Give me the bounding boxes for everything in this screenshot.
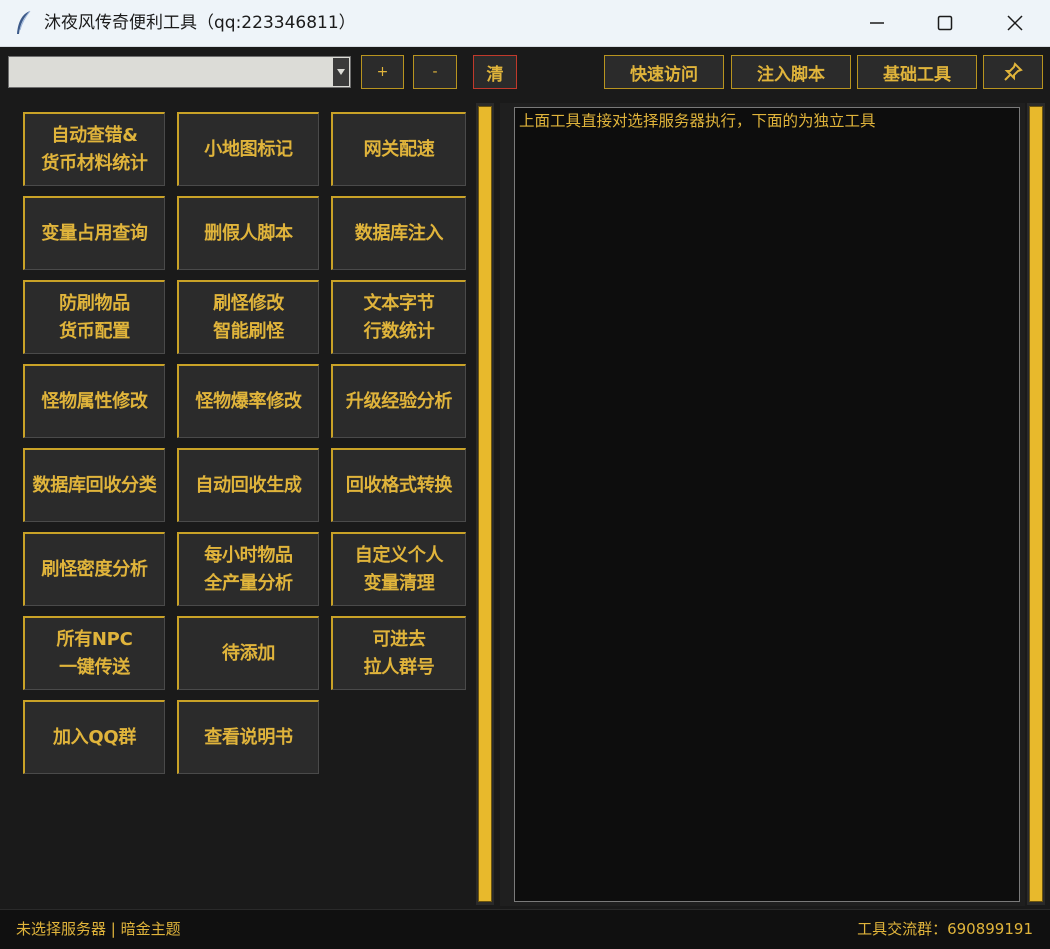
maximize-icon — [937, 15, 953, 31]
tool-button[interactable]: 加入QQ群 — [23, 700, 165, 774]
tool-button[interactable]: 网关配速 — [331, 112, 466, 186]
tool-button[interactable]: 待添加 — [177, 616, 319, 690]
minimize-icon — [870, 22, 884, 24]
tool-button[interactable]: 可进去 拉人群号 — [331, 616, 466, 690]
tool-button[interactable]: 变量占用查询 — [23, 196, 165, 270]
tool-button[interactable]: 自动查错& 货币材料统计 — [23, 112, 165, 186]
tool-button[interactable]: 查看说明书 — [177, 700, 319, 774]
tool-button[interactable]: 自动回收生成 — [177, 448, 319, 522]
tool-button[interactable]: 数据库回收分类 — [23, 448, 165, 522]
left-scrollbar-thumb[interactable] — [478, 106, 492, 902]
right-scrollbar-thumb[interactable] — [1029, 106, 1043, 902]
tool-button[interactable]: 怪物爆率修改 — [177, 364, 319, 438]
maximize-button[interactable] — [910, 0, 980, 46]
status-server-theme: 未选择服务器 | 暗金主题 — [16, 920, 181, 938]
window-title: 沐夜风传奇便利工具（qq:223346811） — [44, 13, 356, 33]
server-select[interactable] — [8, 56, 351, 88]
tool-button[interactable]: 每小时物品 全产量分析 — [177, 532, 319, 606]
tool-button[interactable]: 刷怪修改 智能刷怪 — [177, 280, 319, 354]
dropdown-arrow[interactable] — [333, 58, 349, 86]
tool-button[interactable]: 所有NPC 一键传送 — [23, 616, 165, 690]
tool-button[interactable]: 小地图标记 — [177, 112, 319, 186]
tool-button[interactable]: 自定义个人 变量清理 — [331, 532, 466, 606]
tool-button[interactable]: 防刷物品 货币配置 — [23, 280, 165, 354]
tool-button[interactable]: 刷怪密度分析 — [23, 532, 165, 606]
add-server-button[interactable]: + — [361, 55, 404, 89]
close-icon — [1007, 15, 1023, 31]
remove-server-button[interactable]: - — [413, 55, 457, 89]
tool-button[interactable]: 升级经验分析 — [331, 364, 466, 438]
inject-script-button[interactable]: 注入脚本 — [731, 55, 851, 89]
output-text-area[interactable]: 上面工具直接对选择服务器执行，下面的为独立工具 — [514, 107, 1020, 902]
tool-button[interactable]: 数据库注入 — [331, 196, 466, 270]
minimize-button[interactable] — [842, 0, 912, 46]
tool-button[interactable]: 文本字节 行数统计 — [331, 280, 466, 354]
quick-access-button[interactable]: 快速访问 — [604, 55, 724, 89]
status-group-number: 工具交流群：690899191 — [857, 920, 1033, 938]
tool-button[interactable]: 删假人脚本 — [177, 196, 319, 270]
chevron-down-icon — [337, 69, 345, 75]
close-button[interactable] — [980, 0, 1050, 46]
title-bar: 沐夜风传奇便利工具（qq:223346811） — [0, 0, 1050, 47]
toolbar: + - 清 快速访问 注入脚本 基础工具 — [0, 47, 1050, 99]
status-bar: 未选择服务器 | 暗金主题 工具交流群：690899191 — [0, 909, 1050, 949]
pin-button[interactable] — [983, 55, 1043, 89]
clear-button[interactable]: 清 — [473, 55, 517, 89]
tool-button[interactable]: 怪物属性修改 — [23, 364, 165, 438]
tool-button[interactable]: 回收格式转换 — [331, 448, 466, 522]
pin-icon — [1004, 62, 1023, 81]
basic-tools-button[interactable]: 基础工具 — [857, 55, 977, 89]
feather-icon — [17, 10, 31, 34]
